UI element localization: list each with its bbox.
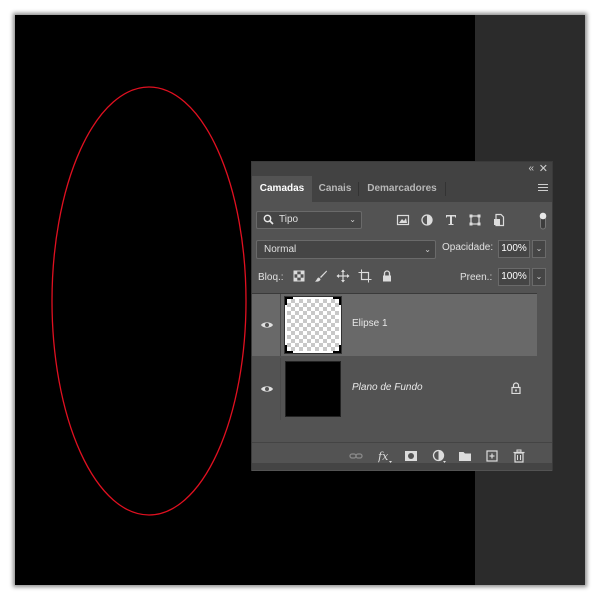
layer-lock-icon bbox=[511, 382, 521, 394]
layer-style-fx-icon[interactable]: fx bbox=[378, 449, 392, 463]
opacity-input[interactable]: 100% bbox=[498, 240, 530, 258]
layer-row-plano-de-fundo[interactable]: Plano de Fundo bbox=[252, 358, 537, 420]
layer-thumbnail[interactable] bbox=[284, 296, 342, 354]
chevron-down-icon: ⌄ bbox=[349, 215, 356, 224]
lock-artboard-icon[interactable] bbox=[358, 269, 372, 283]
close-icon[interactable]: ✕ bbox=[539, 162, 548, 176]
lock-all-icon[interactable] bbox=[380, 269, 394, 283]
panel-resize-grip[interactable] bbox=[252, 463, 552, 470]
layers-panel: « ✕ Camadas Canais Demarcadores Tipo ⌄ N… bbox=[251, 161, 553, 471]
svg-text:fx: fx bbox=[378, 450, 389, 463]
layer-name[interactable]: Elipse 1 bbox=[352, 318, 388, 329]
lock-position-move-icon[interactable] bbox=[336, 269, 350, 283]
trash-icon[interactable] bbox=[512, 449, 526, 463]
shape-filter-icon[interactable] bbox=[468, 213, 482, 227]
opacity-label: Opacidade: bbox=[442, 242, 494, 253]
adjustment-filter-icon[interactable] bbox=[420, 213, 434, 227]
new-layer-icon[interactable] bbox=[485, 449, 499, 463]
layers-scrollbar[interactable] bbox=[537, 293, 552, 428]
fill-input[interactable]: 100% bbox=[498, 268, 530, 286]
lock-transparent-pixels-icon[interactable] bbox=[292, 269, 306, 283]
tab-camadas[interactable]: Camadas bbox=[252, 176, 312, 202]
panel-menu-icon[interactable] bbox=[538, 184, 548, 193]
layer-row-elipse-1[interactable]: Elipse 1 bbox=[252, 294, 537, 356]
add-layer-mask-icon[interactable] bbox=[404, 449, 418, 463]
thumb-corner bbox=[333, 345, 341, 353]
panel-tabs: Camadas Canais Demarcadores bbox=[252, 176, 552, 202]
blend-mode-select[interactable]: Normal ⌄ bbox=[256, 240, 436, 259]
image-filter-icon[interactable] bbox=[396, 213, 410, 227]
row-divider bbox=[280, 358, 281, 420]
smart-object-filter-icon[interactable] bbox=[492, 213, 506, 227]
chevron-down-icon: ⌄ bbox=[424, 245, 431, 254]
row-divider bbox=[280, 294, 281, 356]
layer-name[interactable]: Plano de Fundo bbox=[352, 382, 423, 393]
eye-icon[interactable] bbox=[260, 320, 274, 330]
link-layers-icon[interactable] bbox=[349, 449, 363, 463]
new-group-folder-icon[interactable] bbox=[458, 449, 472, 463]
panel-title-bar: « ✕ bbox=[252, 162, 552, 176]
fill-label: Preen.: bbox=[460, 272, 493, 283]
filter-toggle-switch[interactable] bbox=[539, 212, 547, 230]
lock-image-pixels-brush-icon[interactable] bbox=[314, 269, 328, 283]
new-adjustment-layer-icon[interactable] bbox=[432, 449, 446, 463]
lock-label: Bloq.: bbox=[258, 272, 284, 283]
ellipse-shape[interactable] bbox=[51, 86, 247, 516]
thumb-corner bbox=[285, 297, 293, 305]
layer-filter-select[interactable]: Tipo ⌄ bbox=[256, 211, 362, 229]
thumb-corner bbox=[333, 297, 341, 305]
thumb-corner bbox=[285, 345, 293, 353]
collapse-icon[interactable]: « bbox=[528, 162, 534, 176]
tab-divider bbox=[445, 182, 446, 196]
fill-dropdown[interactable]: ⌄ bbox=[532, 268, 546, 286]
tab-canais[interactable]: Canais bbox=[312, 176, 358, 202]
eye-icon[interactable] bbox=[260, 384, 274, 394]
search-icon bbox=[263, 214, 274, 225]
layers-list: Elipse 1 Plano de Fundo bbox=[252, 293, 552, 429]
photoshop-window: « ✕ Camadas Canais Demarcadores Tipo ⌄ N… bbox=[15, 15, 585, 585]
tab-demarcadores[interactable]: Demarcadores bbox=[359, 176, 445, 202]
type-filter-icon[interactable] bbox=[444, 213, 458, 227]
blend-mode-value: Normal bbox=[264, 244, 297, 255]
opacity-dropdown[interactable]: ⌄ bbox=[532, 240, 546, 258]
layer-thumbnail[interactable] bbox=[285, 361, 341, 417]
filter-label: Tipo bbox=[279, 214, 299, 225]
